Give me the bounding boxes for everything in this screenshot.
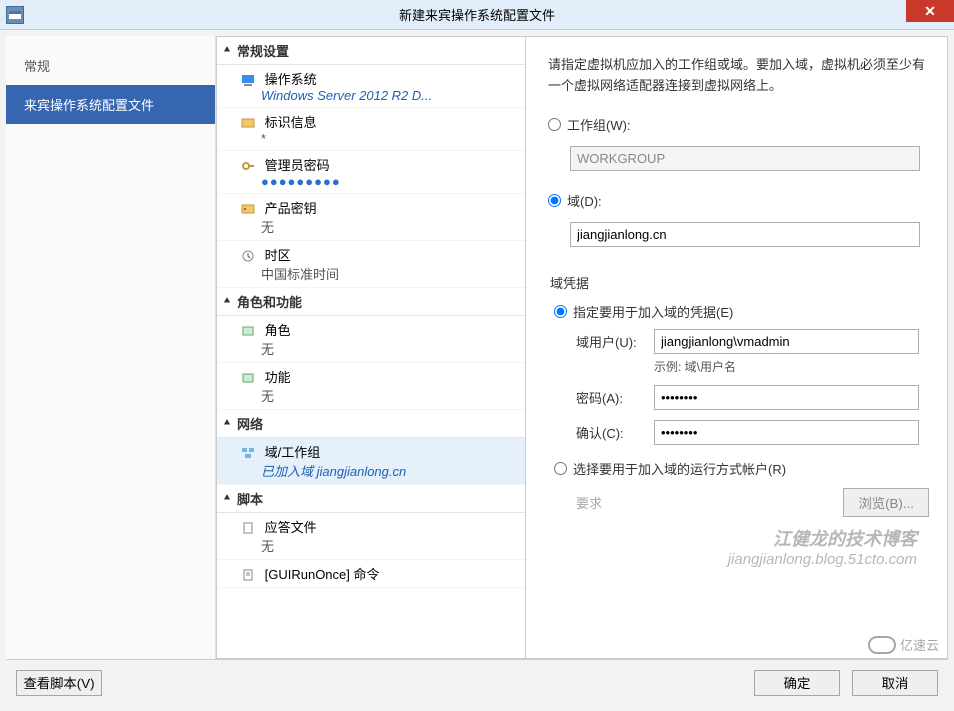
tree-section-scripts[interactable]: ⯅ 脚本 [217, 485, 525, 513]
id-value: * [261, 131, 519, 146]
workgroup-label: 工作组(W): [567, 115, 631, 134]
confirm-label: 确认(C): [576, 423, 654, 442]
pwd-label: 密码(A): [576, 388, 654, 407]
domain-radio[interactable] [548, 194, 561, 207]
tree-roles[interactable]: 角色 无 [217, 316, 525, 363]
file-icon [241, 522, 257, 536]
browse-button: 浏览(B)... [843, 488, 929, 517]
os-value: Windows Server 2012 R2 D... [261, 88, 519, 103]
nav-general[interactable]: 常规 [6, 46, 215, 85]
nav-guest-profile[interactable]: 来宾操作系统配置文件 [6, 85, 215, 124]
tree-identity[interactable]: 标识信息 * [217, 108, 525, 151]
domain-user-input[interactable] [654, 329, 919, 354]
features-icon [241, 372, 257, 386]
cred-form: 域用户(U): 示例: 域\用户名 密码(A): 确认(C): [576, 329, 929, 445]
workgroup-radio[interactable] [548, 118, 561, 131]
password-input[interactable] [654, 385, 919, 410]
runas-label: 选择要用于加入域的运行方式帐户(R) [573, 459, 786, 478]
cred-group-label: 域凭据 [550, 273, 929, 292]
tree-section-general[interactable]: ⯅ 常规设置 [217, 37, 525, 65]
runas-radio[interactable] [554, 462, 567, 475]
close-icon: ✕ [924, 3, 936, 20]
section-label: 角色和功能 [237, 292, 302, 311]
dialog-body: 常规 来宾操作系统配置文件 ⯅ 常规设置 操作系统 Windows Server… [0, 30, 954, 711]
feat-value: 无 [261, 386, 519, 405]
pwd-value: ●●●●●●●●● [261, 174, 519, 189]
domain-input[interactable] [570, 222, 920, 247]
section-label: 常规设置 [237, 41, 289, 60]
dialog-footer: 查看脚本(V) 确定 取消 [6, 659, 948, 705]
collapse-icon: ⯅ [223, 296, 237, 307]
cancel-button[interactable]: 取消 [852, 670, 938, 696]
spec-cred-label: 指定要用于加入域的凭据(E) [573, 302, 733, 321]
view-script-button[interactable]: 查看脚本(V) [16, 670, 102, 696]
tree-product-key[interactable]: 产品密钥 无 [217, 194, 525, 241]
user-hint: 示例: 域\用户名 [654, 358, 929, 375]
id-icon [241, 117, 257, 131]
collapse-icon: ⯅ [223, 493, 237, 504]
spec-cred-radio[interactable] [554, 305, 567, 318]
roles-icon [241, 325, 257, 339]
collapse-icon: ⯅ [223, 45, 237, 56]
close-button[interactable]: ✕ [906, 0, 954, 22]
required-label: 要求 [576, 493, 654, 512]
runas-radio-row[interactable]: 选择要用于加入域的运行方式帐户(R) [554, 459, 929, 478]
password-icon [241, 160, 257, 174]
workgroup-radio-row[interactable]: 工作组(W): [548, 115, 929, 134]
tree-admin-password[interactable]: 管理员密码 ●●●●●●●●● [217, 151, 525, 194]
detail-pane: 请指定虚拟机应加入的工作组或域。要加入域，虚拟机必须至少有一个虚拟网络适配器连接… [526, 36, 948, 659]
tree-timezone[interactable]: 时区 中国标准时间 [217, 241, 525, 288]
clock-icon [241, 250, 257, 264]
domain-label: 域(D): [567, 191, 602, 210]
workgroup-input [570, 146, 920, 171]
network-icon [241, 447, 257, 461]
script-icon [241, 569, 257, 583]
tz-value: 中国标准时间 [261, 264, 519, 283]
titlebar: 新建来宾操作系统配置文件 ✕ [0, 0, 954, 30]
tree-answer-file[interactable]: 应答文件 无 [217, 513, 525, 560]
dialog-window: 新建来宾操作系统配置文件 ✕ 常规 来宾操作系统配置文件 ⯅ 常规设置 操作系统 [0, 0, 954, 711]
tree-section-roles[interactable]: ⯅ 角色和功能 [217, 288, 525, 316]
watermark-logo: 亿速云 [868, 635, 939, 654]
domain-value: 已加入域 jiangjianlong.cn [261, 461, 519, 480]
tree-features[interactable]: 功能 无 [217, 363, 525, 410]
section-label: 网络 [237, 414, 263, 433]
section-label: 脚本 [237, 489, 263, 508]
app-icon [6, 6, 24, 24]
tree-gui-runonce[interactable]: [GUIRunOnce] 命令 [217, 560, 525, 588]
key-value: 无 [261, 217, 519, 236]
tree-section-network[interactable]: ⯅ 网络 [217, 410, 525, 438]
os-icon [241, 74, 257, 88]
watermark: 江健龙的技术博客 jiangjianlong.blog.51cto.com [728, 525, 917, 568]
user-label: 域用户(U): [576, 332, 654, 351]
browse-row: 要求 浏览(B)... [576, 488, 929, 517]
spec-cred-radio-row[interactable]: 指定要用于加入域的凭据(E) [554, 302, 929, 321]
tree-domain-workgroup[interactable]: 域/工作组 已加入域 jiangjianlong.cn [217, 438, 525, 485]
settings-tree: ⯅ 常规设置 操作系统 Windows Server 2012 R2 D... … [216, 36, 526, 659]
ok-button[interactable]: 确定 [754, 670, 840, 696]
collapse-icon: ⯅ [223, 418, 237, 429]
roles-value: 无 [261, 339, 519, 358]
window-title: 新建来宾操作系统配置文件 [399, 5, 555, 24]
left-sidebar: 常规 来宾操作系统配置文件 [6, 36, 216, 659]
domain-radio-row[interactable]: 域(D): [548, 191, 929, 210]
cloud-icon [868, 636, 896, 654]
tree-os[interactable]: 操作系统 Windows Server 2012 R2 D... [217, 65, 525, 108]
confirm-password-input[interactable] [654, 420, 919, 445]
key-icon [241, 203, 257, 217]
description-text: 请指定虚拟机应加入的工作组或域。要加入域，虚拟机必须至少有一个虚拟网络适配器连接… [548, 55, 929, 97]
ans-value: 无 [261, 536, 519, 555]
